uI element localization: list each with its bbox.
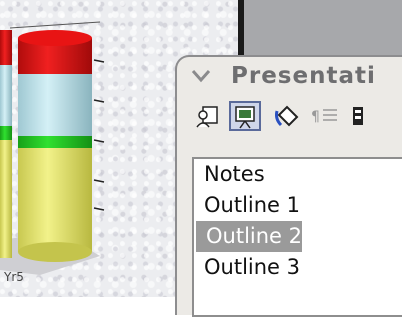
paint-bucket-icon: [275, 105, 299, 127]
list-item-outline-1[interactable]: Outline 1: [194, 190, 402, 221]
chevron-down-icon[interactable]: [191, 68, 211, 84]
bar-green-segment: [18, 134, 92, 148]
bar-yellow-bottom: [18, 242, 92, 262]
list-item-outline-3[interactable]: Outline 3: [194, 252, 402, 283]
bar-left-blue: [0, 65, 12, 126]
outline-view-icon: ¶: [311, 109, 337, 125]
top-edge-line: [9, 21, 101, 29]
paint-bucket-button[interactable]: [271, 101, 303, 131]
bar-left-red: [0, 30, 12, 65]
axis-category-label: Yr5: [4, 270, 24, 284]
bar-left-yellow: [0, 140, 12, 258]
svg-text:¶: ¶: [311, 109, 320, 125]
notes-view-button[interactable]: [193, 101, 225, 131]
panel-titlebar[interactable]: Presentati: [177, 57, 402, 95]
slide-show-icon: [235, 106, 255, 129]
bar-red-top: [18, 30, 92, 46]
presentation-panel: Presentati ¶ Notes Outline 1 Outline 2 O…: [175, 55, 402, 317]
bar-blue-segment: [18, 72, 92, 136]
window-backdrop: [244, 0, 402, 56]
more-icon: [353, 107, 363, 125]
view-list[interactable]: Notes Outline 1 Outline 2 Outline 3: [192, 157, 402, 317]
outline-view-button[interactable]: ¶: [309, 101, 341, 131]
slide-show-button[interactable]: [229, 101, 261, 131]
notes-view-icon: [196, 106, 218, 128]
bar-left-green: [0, 126, 12, 140]
more-button[interactable]: [345, 101, 377, 131]
panel-title: Presentati: [231, 63, 376, 89]
panel-toolbar: ¶: [177, 97, 402, 137]
bar-yellow-segment: [18, 146, 92, 252]
axis-ticks: [93, 59, 105, 211]
list-item-notes[interactable]: Notes: [194, 159, 402, 190]
list-item-outline-2[interactable]: Outline 2: [196, 221, 302, 252]
